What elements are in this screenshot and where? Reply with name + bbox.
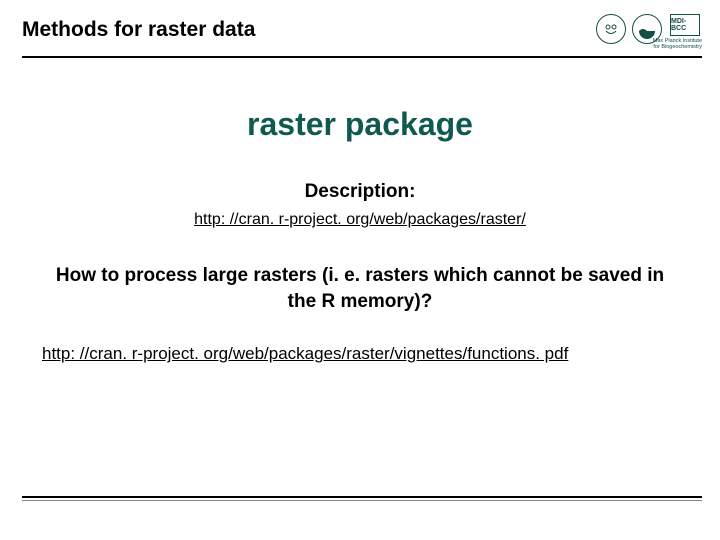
slide-title: Methods for raster data (22, 14, 255, 42)
logo-group: MDI-BCC Max Planck Institute for Biogeoc… (596, 14, 702, 50)
footer-stub (22, 500, 102, 510)
header-divider (22, 56, 702, 58)
vignette-link[interactable]: http: //cran. r-project. org/web/package… (42, 344, 568, 363)
institute-logo: MDI-BCC Max Planck Institute for Biogeoc… (668, 14, 702, 50)
institute-logo-text: MDI-BCC (670, 14, 700, 36)
globe-logo-icon (632, 14, 662, 44)
slide-header: Methods for raster data MDI-BCC Max Plan… (0, 0, 720, 50)
owl-logo-icon (596, 14, 626, 44)
package-title: raster package (40, 106, 680, 143)
caption-line2: for Biogeochemistry (653, 44, 702, 50)
cran-package-link[interactable]: http: //cran. r-project. org/web/package… (194, 211, 526, 229)
description-label: Description: (40, 181, 680, 203)
footer-divider (22, 496, 702, 498)
question-text: How to process large rasters (i. e. rast… (40, 263, 680, 314)
slide-body: raster package Description: http: //cran… (0, 106, 720, 364)
